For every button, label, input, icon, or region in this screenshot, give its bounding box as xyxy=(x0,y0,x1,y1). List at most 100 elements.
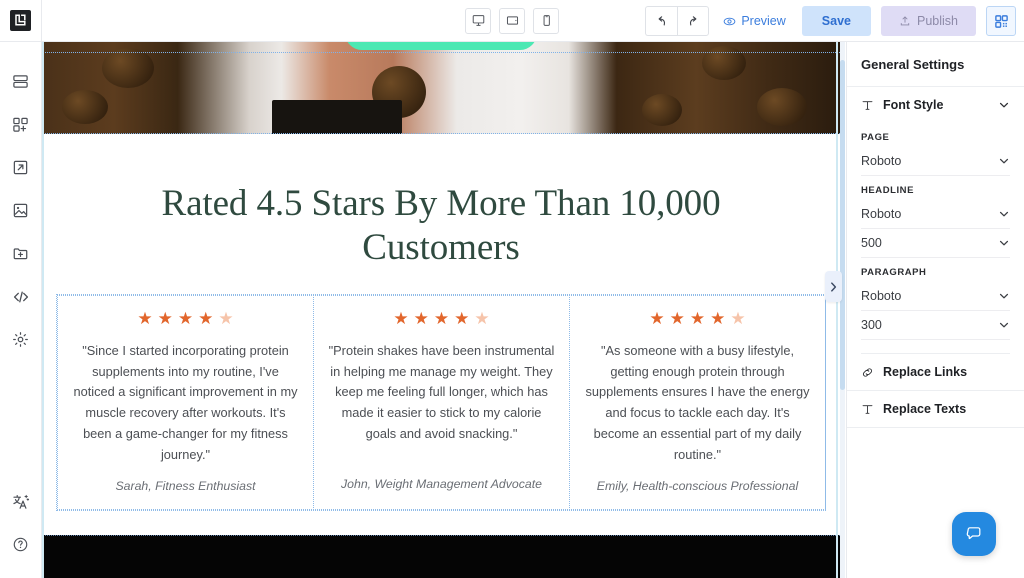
star-icon: ★ xyxy=(710,309,726,329)
paragraph-weight-value: 300 xyxy=(861,318,882,332)
testimonial-quote[interactable]: "Protein shakes have been instrumental i… xyxy=(328,341,555,445)
font-style-label: Font Style xyxy=(883,98,944,112)
replace-texts-item[interactable]: Replace Texts xyxy=(847,391,1024,428)
chevron-down-icon[interactable] xyxy=(998,319,1010,331)
chevron-right-icon xyxy=(829,281,838,293)
testimonials-row[interactable]: ★ ★ ★ ★ ★ "Since I started incorporating… xyxy=(56,294,826,512)
page-canvas[interactable]: Rated 4.5 Stars By More Than 10,000 Cust… xyxy=(42,42,840,578)
chevron-down-icon[interactable] xyxy=(998,237,1010,249)
star-icon: ★ xyxy=(198,309,214,329)
app-logo[interactable] xyxy=(0,0,42,42)
testimonial-author[interactable]: Sarah, Fitness Enthusiast xyxy=(115,479,255,493)
canvas-scrollbar[interactable] xyxy=(840,42,845,578)
help-icon xyxy=(12,536,29,553)
upload-icon xyxy=(899,15,911,27)
rating-stars: ★ ★ ★ ★ ★ xyxy=(649,310,745,327)
sidebar-item-add-blocks[interactable] xyxy=(0,103,42,146)
paragraph-weight-select[interactable]: 300 xyxy=(861,311,1010,340)
device-mobile-button[interactable] xyxy=(533,7,559,34)
rating-stars: ★ ★ ★ ★ ★ xyxy=(137,310,233,327)
hero-decor-1 xyxy=(102,48,154,88)
headline-font-select[interactable]: Roboto xyxy=(861,200,1010,229)
footer-section[interactable] xyxy=(42,535,840,578)
font-style-groups: PAGE Roboto HEADLINE Roboto 500 PARAGRAP… xyxy=(847,132,1024,354)
sidebar-item-sections[interactable] xyxy=(0,60,42,103)
text-icon xyxy=(861,403,874,416)
paragraph-font-value: Roboto xyxy=(861,289,902,303)
media-icon xyxy=(12,202,29,219)
star-icon: ★ xyxy=(669,309,685,329)
undo-button[interactable] xyxy=(645,6,678,36)
redo-button[interactable] xyxy=(677,6,710,36)
qr-code-button[interactable] xyxy=(986,6,1016,36)
headline-weight-value: 500 xyxy=(861,236,882,250)
paragraph-font-select[interactable]: Roboto xyxy=(861,282,1010,311)
chat-bubble-icon xyxy=(964,524,984,544)
sidebar-item-help[interactable] xyxy=(0,523,42,566)
hero-section[interactable] xyxy=(42,42,840,134)
font-group-headline: HEADLINE Roboto 500 xyxy=(861,185,1010,258)
sidebar-item-code[interactable] xyxy=(0,275,42,318)
code-icon xyxy=(12,288,30,306)
rating-stars: ★ ★ ★ ★ ★ xyxy=(393,310,489,327)
chat-support-button[interactable] xyxy=(952,512,996,556)
chevron-down-icon[interactable] xyxy=(998,208,1010,220)
headline-weight-select[interactable]: 500 xyxy=(861,229,1010,258)
testimonial-quote[interactable]: "Since I started incorporating protein s… xyxy=(72,341,299,465)
hero-selection-top-edge xyxy=(42,52,840,53)
testimonial-author[interactable]: Emily, Health-conscious Professional xyxy=(597,479,798,493)
star-empty-icon: ★ xyxy=(730,309,746,329)
left-sidebar xyxy=(0,42,42,578)
hero-decor-5 xyxy=(757,88,807,126)
testimonial-card[interactable]: ★ ★ ★ ★ ★ "As someone with a busy lifest… xyxy=(569,295,826,511)
testimonial-author[interactable]: John, Weight Management Advocate xyxy=(341,477,542,493)
canvas-scrollbar-thumb[interactable] xyxy=(840,60,845,390)
replace-texts-label: Replace Texts xyxy=(883,402,967,416)
testimonial-card[interactable]: ★ ★ ★ ★ ★ "Protein shakes have been inst… xyxy=(313,295,570,511)
popup-icon xyxy=(12,159,29,176)
star-icon: ★ xyxy=(157,309,173,329)
sidebar-item-media[interactable] xyxy=(0,189,42,232)
replace-links-item[interactable]: Replace Links xyxy=(847,354,1024,391)
device-tablet-button[interactable] xyxy=(499,7,525,34)
hero-cta-button[interactable] xyxy=(345,42,537,50)
device-desktop-button[interactable] xyxy=(465,7,491,34)
page-headline[interactable]: Rated 4.5 Stars By More Than 10,000 Cust… xyxy=(121,182,761,270)
star-icon: ★ xyxy=(393,309,409,329)
testimonial-quote[interactable]: "As someone with a busy lifestyle, getti… xyxy=(584,341,811,465)
testimonial-card[interactable]: ★ ★ ★ ★ ★ "Since I started incorporating… xyxy=(57,295,314,511)
publish-label: Publish xyxy=(917,14,958,28)
panel-collapse-button[interactable] xyxy=(825,271,842,302)
canvas-right-edge xyxy=(836,42,838,578)
text-format-icon xyxy=(861,99,874,112)
toolbar-actions: Preview Save Publish xyxy=(645,0,1024,42)
canvas-left-edge xyxy=(42,42,44,578)
preview-button[interactable]: Preview xyxy=(723,14,786,28)
chevron-down-icon[interactable] xyxy=(998,155,1010,167)
publish-button[interactable]: Publish xyxy=(881,6,976,36)
font-style-row[interactable]: Font Style xyxy=(847,87,1024,123)
translate-icon xyxy=(12,493,30,511)
sidebar-item-settings[interactable] xyxy=(0,318,42,361)
page-font-value: Roboto xyxy=(861,154,902,168)
headline-group-label: HEADLINE xyxy=(861,185,914,196)
star-empty-icon: ★ xyxy=(218,309,234,329)
save-button[interactable]: Save xyxy=(801,6,871,36)
logo-icon xyxy=(10,10,31,31)
sections-icon xyxy=(12,73,29,90)
hero-selection-bottom-edge xyxy=(42,133,840,134)
sidebar-item-popup[interactable] xyxy=(0,146,42,189)
sidebar-item-translate[interactable] xyxy=(0,480,42,523)
gear-icon xyxy=(12,331,29,348)
eye-icon xyxy=(723,15,736,28)
star-icon: ★ xyxy=(433,309,450,329)
chevron-down-icon[interactable] xyxy=(998,290,1010,302)
sidebar-item-add-folder[interactable] xyxy=(0,232,42,275)
page-font-select[interactable]: Roboto xyxy=(861,147,1010,176)
hero-decor-2 xyxy=(62,90,108,124)
chevron-down-icon[interactable] xyxy=(998,99,1010,111)
star-icon: ★ xyxy=(689,309,706,329)
add-folder-icon xyxy=(12,245,29,262)
star-empty-icon: ★ xyxy=(474,309,490,329)
link-icon xyxy=(861,366,874,379)
